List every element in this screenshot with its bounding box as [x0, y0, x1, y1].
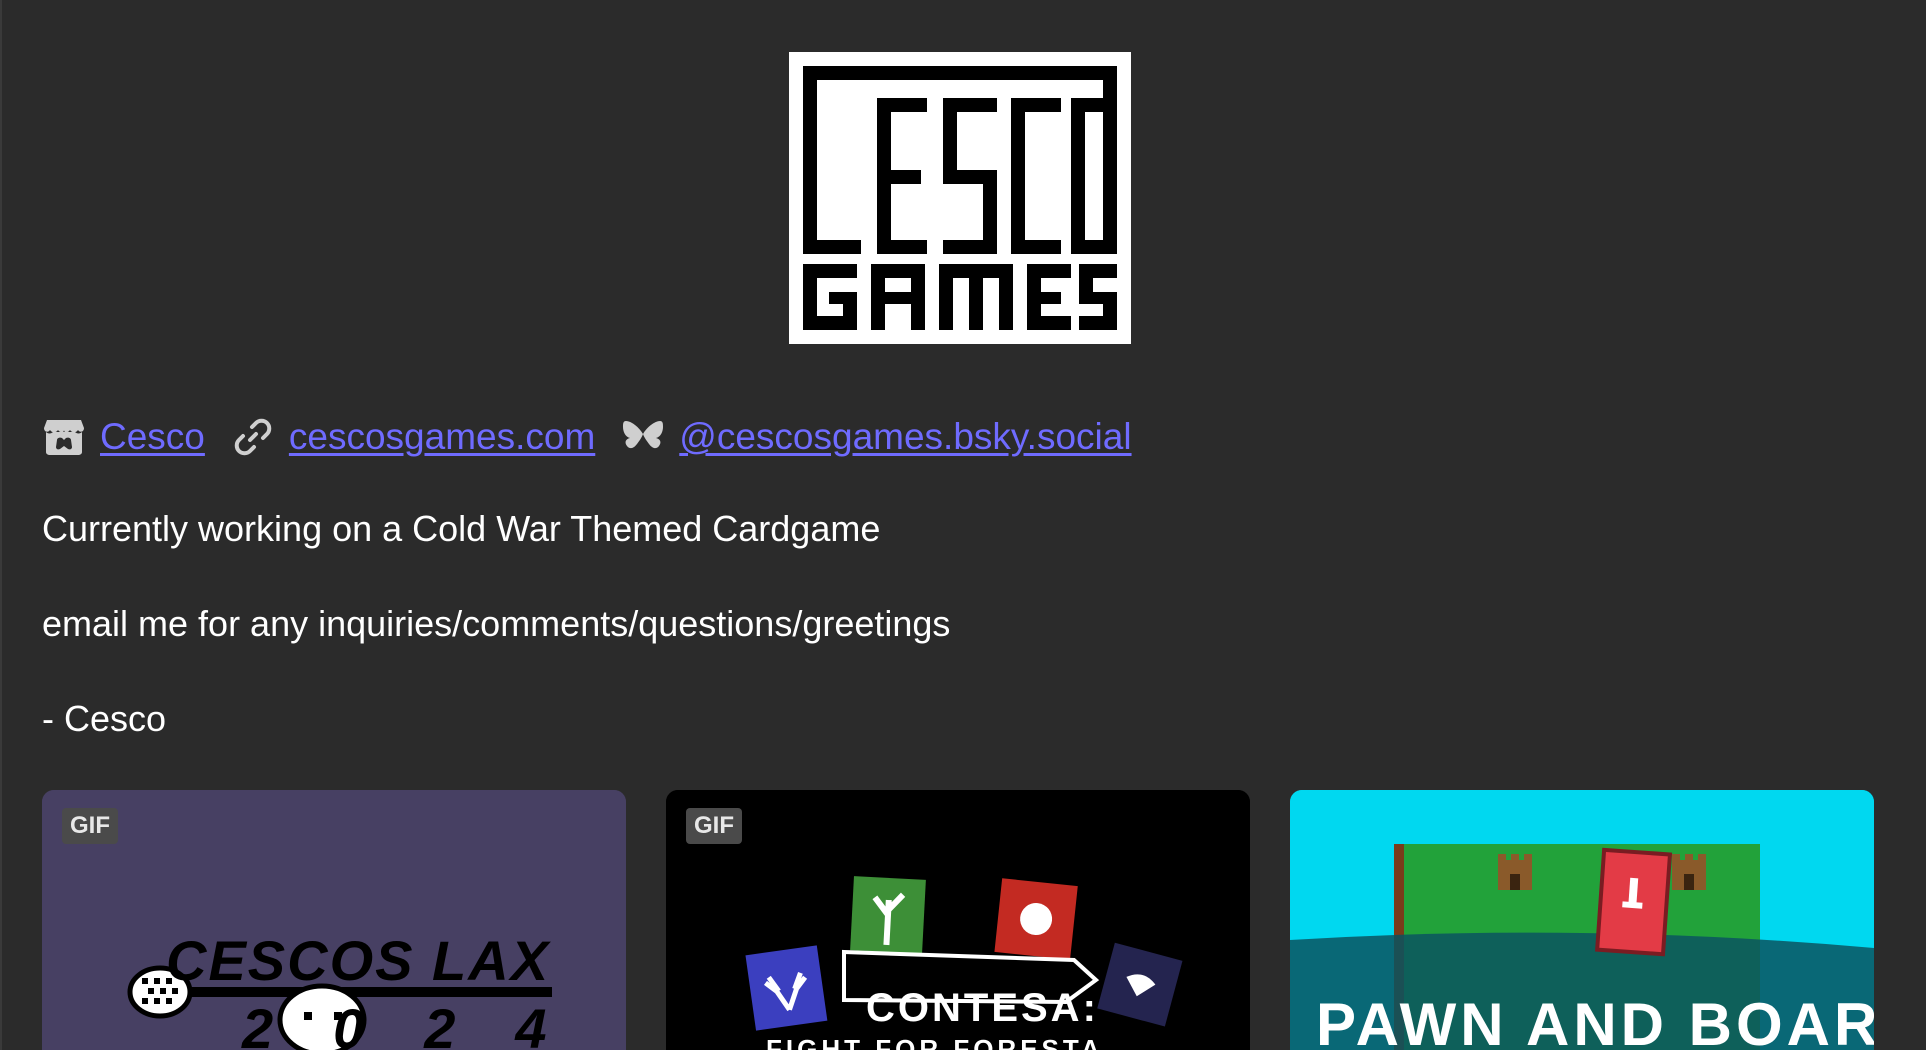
gif-badge: GIF — [62, 808, 118, 844]
cescos-lax-year: 2024 — [242, 997, 607, 1050]
contesa-subtitle: FIGHT FOR FORESTA — [766, 1034, 1104, 1050]
profile-links: Cesco cescosgames.com @cescosgames.bsky.… — [42, 410, 1158, 464]
itch-io-icon — [42, 415, 86, 459]
bio-line-1: Currently working on a Cold War Themed C… — [42, 508, 881, 549]
game-cards: CESCOS LAX 2024 GIF CONTESA: FIGHT FOR F… — [42, 790, 1876, 1050]
gif-badge: GIF — [686, 808, 742, 844]
game-card-pawn-and-board[interactable]: PAWN AND BOARD — [1290, 790, 1874, 1050]
butterfly-icon — [621, 415, 665, 459]
game-card-cescos-lax[interactable]: CESCOS LAX 2024 GIF — [42, 790, 626, 1050]
pawn-and-board-title: PAWN AND BOARD — [1316, 991, 1874, 1050]
bio-line-2: email me for any inquiries/comments/ques… — [42, 603, 951, 644]
game-card-contesa[interactable]: CONTESA: FIGHT FOR FORESTA GIF — [666, 790, 1250, 1050]
itch-profile-link[interactable]: Cesco — [100, 416, 205, 458]
cesco-games-logo — [789, 52, 1131, 344]
logo-image — [789, 52, 1131, 344]
website-link-group: cescosgames.com — [231, 415, 595, 459]
itch-link-group: Cesco — [42, 415, 205, 459]
profile-page: Cesco cescosgames.com @cescosgames.bsky.… — [0, 0, 1926, 1050]
cescos-lax-title: CESCOS LAX — [166, 929, 551, 992]
contesa-title: CONTESA: — [866, 986, 1099, 1030]
bluesky-link[interactable]: @cescosgames.bsky.social — [679, 416, 1131, 458]
website-link[interactable]: cescosgames.com — [289, 416, 595, 458]
bluesky-link-group: @cescosgames.bsky.social — [621, 415, 1132, 459]
bio-signature: - Cesco — [42, 698, 167, 739]
link-icon — [231, 415, 275, 459]
